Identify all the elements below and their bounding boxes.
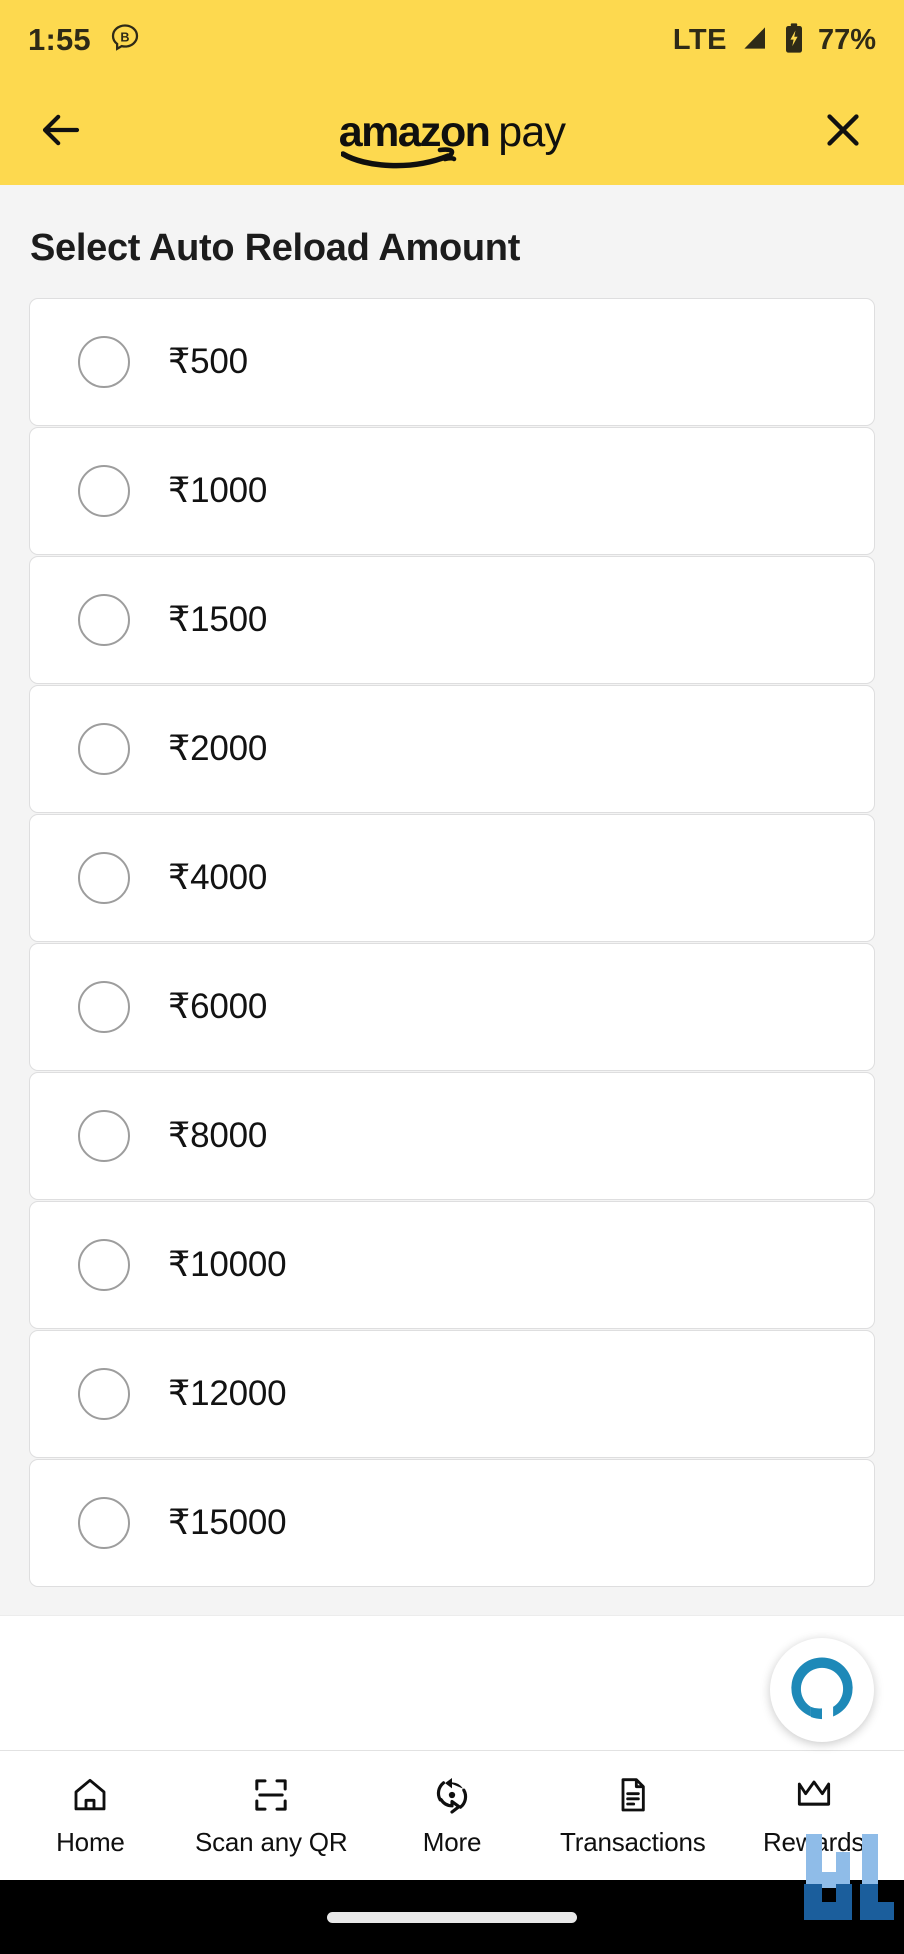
radio-button[interactable] <box>78 723 130 775</box>
signal-bars-icon <box>740 23 770 58</box>
close-button[interactable] <box>812 102 874 164</box>
nav-item-home[interactable]: Home <box>0 1774 181 1858</box>
back-button[interactable] <box>30 102 92 164</box>
battery-percent-label: 77% <box>817 23 876 56</box>
radio-button[interactable] <box>78 336 130 388</box>
assistant-area <box>0 1615 904 1750</box>
radio-button[interactable] <box>78 981 130 1033</box>
battery-charging-icon <box>783 22 805 59</box>
amount-label: ₹15000 <box>168 1503 287 1542</box>
amount-option-row[interactable]: ₹1000 <box>29 427 875 555</box>
nav-item-scan-any-qr[interactable]: Scan any QR <box>181 1774 362 1858</box>
amount-option-row[interactable]: ₹4000 <box>29 814 875 942</box>
nav-label: Rewards <box>762 1826 865 1857</box>
radio-button[interactable] <box>78 852 130 904</box>
back-arrow-icon <box>37 106 85 159</box>
amount-label: ₹12000 <box>168 1374 287 1413</box>
amount-label: ₹10000 <box>168 1245 287 1284</box>
brand-amazon-text: amazon <box>338 108 491 156</box>
amount-option-row[interactable]: ₹15000 <box>29 1459 875 1587</box>
nav-item-rewards[interactable]: Rewards <box>723 1774 904 1858</box>
crown-icon <box>794 1774 834 1816</box>
amount-label: ₹8000 <box>168 1116 268 1155</box>
nav-label: More <box>422 1826 482 1857</box>
alexa-icon <box>785 1651 859 1730</box>
network-type-label: LTE <box>672 23 727 56</box>
phone-screen: 1:55 B LTE 77% amazon pay Select Auto Re… <box>0 0 904 1954</box>
amount-label: ₹4000 <box>168 858 268 897</box>
gesture-pill-icon[interactable] <box>327 1911 577 1923</box>
nav-item-transactions[interactable]: Transactions <box>542 1774 723 1858</box>
amount-option-row[interactable]: ₹6000 <box>29 943 875 1071</box>
document-icon <box>613 1774 653 1816</box>
radio-button[interactable] <box>78 594 130 646</box>
close-x-icon <box>820 107 866 158</box>
amount-option-row[interactable]: ₹500 <box>29 298 875 426</box>
status-time: 1:55 <box>28 22 91 57</box>
amount-label: ₹6000 <box>168 987 268 1026</box>
nav-item-more[interactable]: More <box>362 1774 543 1858</box>
qr-scan-icon <box>251 1774 291 1816</box>
amount-label: ₹1000 <box>168 471 268 510</box>
radio-button[interactable] <box>78 1368 130 1420</box>
nav-label: Transactions <box>560 1826 706 1857</box>
amount-option-row[interactable]: ₹12000 <box>29 1330 875 1458</box>
status-bar-right: LTE 77% <box>673 22 876 59</box>
radio-button[interactable] <box>78 465 130 517</box>
alexa-button[interactable] <box>770 1638 874 1742</box>
amazon-smile-icon <box>340 147 457 169</box>
svg-text:B: B <box>120 30 129 44</box>
chat-bubble-b-icon: B <box>109 22 141 59</box>
radio-button[interactable] <box>78 1497 130 1549</box>
brand-pay-text: pay <box>498 108 566 156</box>
amount-label: ₹1500 <box>168 600 268 639</box>
gesture-navigation-area <box>0 1880 904 1954</box>
amount-options-list: ₹500 ₹1000 ₹1500 ₹2000 ₹4000 ₹6000 ₹8000 <box>0 298 904 1587</box>
status-bar: 1:55 B LTE 77% <box>0 0 904 80</box>
bottom-navigation-bar: Home Scan any QR More Transactions Rewar… <box>0 1750 904 1880</box>
refresh-circle-icon <box>432 1774 472 1816</box>
nav-label: Scan any QR <box>194 1826 348 1857</box>
home-icon <box>70 1774 110 1816</box>
amount-option-row[interactable]: ₹10000 <box>29 1201 875 1329</box>
radio-button[interactable] <box>78 1239 130 1291</box>
amount-label: ₹2000 <box>168 729 268 768</box>
amount-option-row[interactable]: ₹2000 <box>29 685 875 813</box>
app-bar: amazon pay <box>0 80 904 185</box>
nav-label: Home <box>56 1826 125 1857</box>
radio-button[interactable] <box>78 1110 130 1162</box>
amazon-pay-logo: amazon pay <box>0 108 904 169</box>
page-title: Select Auto Reload Amount <box>30 227 521 269</box>
amount-option-row[interactable]: ₹8000 <box>29 1072 875 1200</box>
status-bar-left: 1:55 B <box>28 22 141 59</box>
amount-option-row[interactable]: ₹1500 <box>29 556 875 684</box>
amount-label: ₹500 <box>168 342 248 381</box>
